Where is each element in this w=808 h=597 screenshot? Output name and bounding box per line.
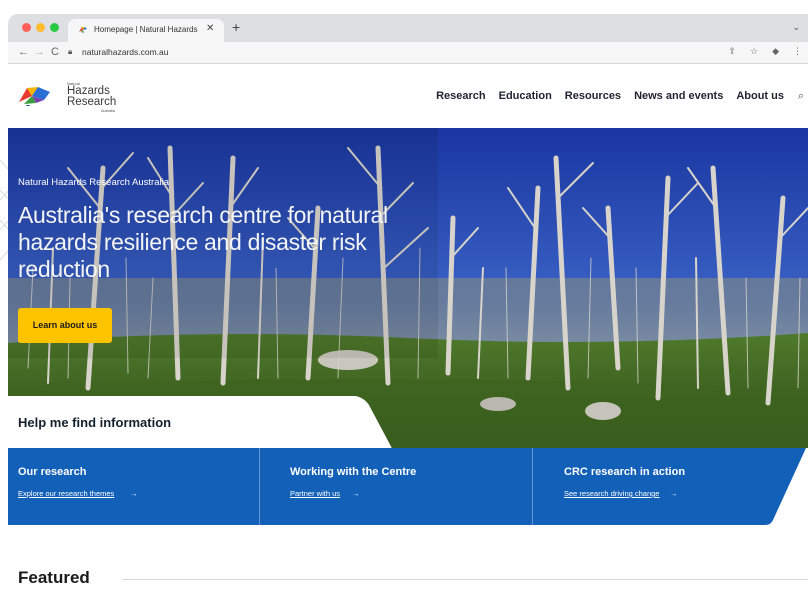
address-bar[interactable]: 🔒︎ naturalhazards.com.au: [68, 45, 718, 61]
arrow-right-icon: →: [130, 489, 138, 498]
menu-dots-icon[interactable]: ⋮: [793, 46, 802, 57]
nav-item-about-us[interactable]: About us: [736, 90, 784, 102]
hero-title: Australia's research centre for natural …: [18, 202, 388, 282]
share-icon[interactable]: ⇪: [728, 46, 736, 57]
card-title: CRC research in action: [564, 466, 686, 478]
card-crc-research-in-action[interactable]: CRC research in action See research driv…: [554, 448, 774, 525]
card-link[interactable]: See research driving change: [564, 489, 659, 498]
featured-heading: Featured: [18, 568, 90, 587]
card-our-research[interactable]: Our research Explore our research themes…: [8, 448, 259, 525]
site-favicon-icon: [79, 27, 87, 33]
card-working-with-the-centre[interactable]: Working with the Centre Partner with us …: [280, 448, 532, 525]
nav-item-research[interactable]: Research: [436, 90, 486, 102]
toolbar-icons: ⇪ ☆ ◆ ⋮: [728, 46, 802, 57]
card-title: Working with the Centre: [290, 466, 417, 478]
arrow-right-icon: →: [352, 489, 360, 498]
tab-list-chevron-icon[interactable]: ⌄: [792, 22, 800, 33]
tab-title: Homepage | Natural Hazards R: [94, 25, 198, 34]
logo-wordmark: Hazards Research: [67, 85, 117, 108]
learn-about-us-button[interactable]: Learn about us: [18, 308, 112, 343]
search-icon[interactable]: ⌕: [798, 90, 804, 103]
card-link[interactable]: Partner with us: [290, 489, 340, 498]
site-logo[interactable]: Natural Hazards Research Australia: [18, 78, 128, 118]
bookmark-star-icon[interactable]: ☆: [750, 46, 758, 57]
browser-window: Homepage | Natural Hazards R ✕ + ⌄ ← → C…: [0, 0, 808, 597]
help-panel: Help me find information: [8, 396, 353, 448]
back-button[interactable]: ←: [18, 46, 29, 58]
quick-links-strip: Our research Explore our research themes…: [8, 448, 806, 525]
browser-toolbar: ← → C 🔒︎ naturalhazards.com.au ⇪ ☆ ◆ ⋮: [8, 42, 808, 64]
arrow-right-icon: →: [670, 489, 678, 498]
help-title: Help me find information: [18, 415, 172, 430]
logo-mark-icon: [19, 87, 50, 106]
divider: [532, 448, 533, 525]
close-window-button[interactable]: [22, 23, 31, 32]
url-text: naturalhazards.com.au: [82, 47, 169, 57]
logo-sub-text: Australia: [101, 109, 115, 113]
divider: [259, 448, 260, 525]
site-header: Natural Hazards Research Australia Resea…: [8, 64, 808, 128]
reload-button[interactable]: C: [51, 46, 59, 58]
close-tab-icon[interactable]: ✕: [206, 23, 214, 34]
hero-kicker: Natural Hazards Research Australia: [18, 177, 170, 188]
browser-tab-active[interactable]: Homepage | Natural Hazards R ✕: [68, 19, 224, 42]
featured-divider: [122, 579, 808, 580]
logo-line-2: Research: [67, 96, 117, 108]
forward-button[interactable]: →: [34, 46, 45, 58]
extension-icon[interactable]: ◆: [772, 46, 779, 57]
lock-icon: 🔒︎: [68, 47, 73, 56]
card-title: Our research: [18, 466, 87, 478]
maximize-window-button[interactable]: [50, 23, 59, 32]
nav-item-education[interactable]: Education: [499, 90, 552, 102]
nav-item-resources[interactable]: Resources: [565, 90, 621, 102]
browser-tab-bar: Homepage | Natural Hazards R ✕ + ⌄: [8, 14, 808, 42]
nav-item-news-and-events[interactable]: News and events: [634, 90, 723, 102]
minimize-window-button[interactable]: [36, 23, 45, 32]
card-link[interactable]: Explore our research themes: [18, 489, 114, 498]
main-navigation: Research Education Resources News and ev…: [436, 90, 784, 102]
new-tab-button[interactable]: +: [232, 19, 240, 35]
